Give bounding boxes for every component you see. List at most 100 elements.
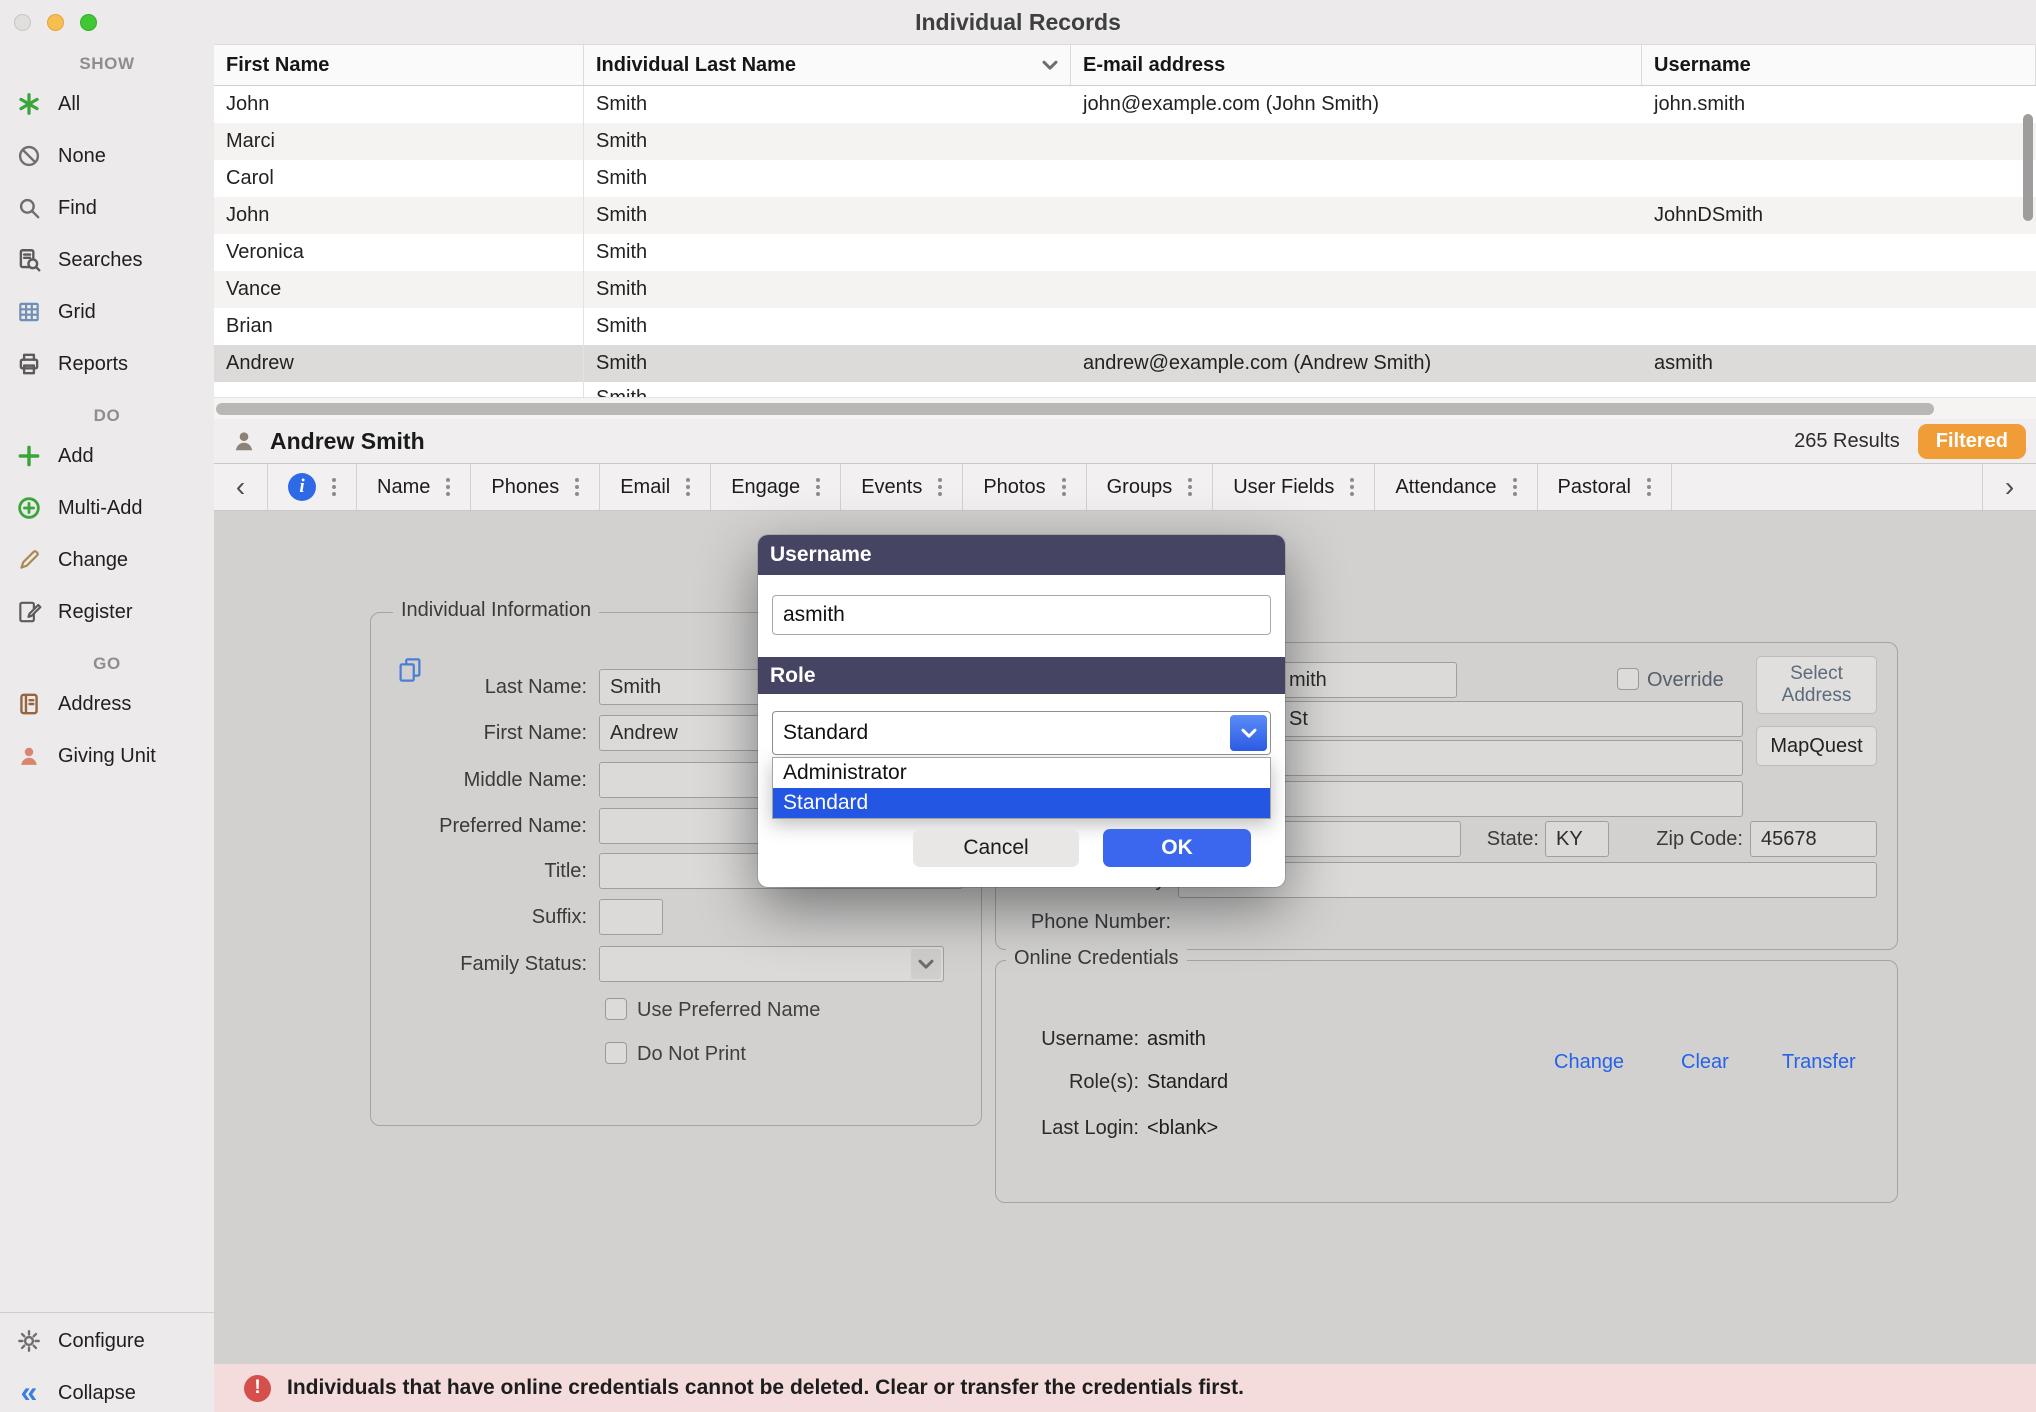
mapquest-button[interactable]: MapQuest: [1756, 726, 1877, 766]
horizontal-scrollbar[interactable]: [214, 397, 2036, 419]
state-field[interactable]: KY: [1545, 821, 1609, 857]
column-header-email[interactable]: E-mail address: [1071, 45, 1642, 85]
tab-menu-dots-icon[interactable]: [575, 485, 579, 489]
tab-engage[interactable]: Engage: [711, 464, 841, 510]
tab-menu-dots-icon[interactable]: [446, 485, 450, 489]
sidebar-item-grid[interactable]: Grid: [0, 286, 214, 338]
tabs-scroll-right-button[interactable]: ›: [1982, 464, 2036, 510]
sidebar-item-none[interactable]: None: [0, 130, 214, 182]
sidebar-item-giving-unit[interactable]: Giving Unit: [0, 730, 214, 782]
family-status-dropdown-field[interactable]: [599, 946, 944, 982]
tab-menu-dots-icon[interactable]: [1188, 485, 1192, 489]
tab-menu-dots-icon[interactable]: [1647, 485, 1651, 489]
do-not-print-checkbox[interactable]: [605, 1042, 627, 1064]
table-row-selected[interactable]: Andrew Smith andrew@example.com (Andrew …: [214, 345, 2036, 382]
select-address-button[interactable]: Select Address: [1756, 656, 1877, 714]
column-header-last-name[interactable]: Individual Last Name: [584, 45, 1071, 85]
tab-info[interactable]: i: [268, 464, 357, 510]
sidebar-item-label: Reports: [58, 353, 128, 376]
sidebar-item-configure[interactable]: Configure: [0, 1315, 214, 1367]
title-label: Title:: [371, 860, 587, 883]
cell-username: [1642, 160, 2036, 197]
sidebar-item-label: All: [58, 93, 80, 116]
table-row[interactable]: Carol Smith: [214, 160, 2036, 197]
cell-last-name: Smith: [584, 197, 1071, 234]
vertical-scrollbar-thumb[interactable]: [2023, 114, 2033, 221]
chevron-down-icon[interactable]: [1042, 54, 1058, 77]
tab-name[interactable]: Name: [357, 464, 471, 510]
sidebar-item-register[interactable]: Register: [0, 586, 214, 638]
table-row[interactable]: Brian Smith: [214, 308, 2036, 345]
tab-photos[interactable]: Photos: [963, 464, 1086, 510]
sidebar-section-show: SHOW: [0, 54, 214, 74]
clear-credentials-link[interactable]: Clear: [1681, 1051, 1729, 1074]
change-credentials-link[interactable]: Change: [1554, 1051, 1624, 1074]
magnifier-icon: [14, 193, 44, 223]
cell-email: [1071, 308, 1642, 345]
tab-pastoral[interactable]: Pastoral: [1538, 464, 1672, 510]
sidebar-item-address[interactable]: Address: [0, 678, 214, 730]
override-checkbox[interactable]: [1617, 668, 1639, 690]
table-row[interactable]: John Smith JohnDSmith: [214, 197, 2036, 234]
role-dropdown[interactable]: Standard: [772, 711, 1271, 755]
tab-attendance[interactable]: Attendance: [1375, 464, 1537, 510]
table-row[interactable]: Vance Smith: [214, 271, 2036, 308]
sidebar-item-reports[interactable]: Reports: [0, 338, 214, 390]
minimize-window-button[interactable]: [47, 14, 64, 31]
tab-menu-dots-icon[interactable]: [332, 485, 336, 489]
ok-button[interactable]: OK: [1103, 829, 1251, 867]
sidebar-item-add[interactable]: Add: [0, 430, 214, 482]
last-name-label: Last Name:: [371, 676, 587, 699]
tab-menu-dots-icon[interactable]: [816, 485, 820, 489]
sidebar-item-find[interactable]: Find: [0, 182, 214, 234]
role-option-standard[interactable]: Standard: [773, 788, 1270, 818]
tab-menu-dots-icon[interactable]: [686, 485, 690, 489]
tab-user-fields[interactable]: User Fields: [1213, 464, 1375, 510]
sidebar-item-change[interactable]: Change: [0, 534, 214, 586]
chevron-down-icon[interactable]: [911, 949, 941, 979]
tab-phones[interactable]: Phones: [471, 464, 600, 510]
cell-first-name: John: [214, 197, 584, 234]
transfer-credentials-link[interactable]: Transfer: [1782, 1051, 1856, 1074]
close-window-button[interactable]: [14, 14, 31, 31]
tab-menu-dots-icon[interactable]: [1350, 485, 1354, 489]
register-pencil-paper-icon: [14, 597, 44, 627]
cell-last-name: Smith: [584, 308, 1071, 345]
suffix-field[interactable]: [599, 899, 663, 935]
table-row[interactable]: John Smith john@example.com (John Smith)…: [214, 86, 2036, 123]
dialog-role-header: Role: [758, 657, 1285, 694]
dropdown-button[interactable]: [1230, 715, 1267, 751]
person-icon: [14, 741, 44, 771]
tab-menu-dots-icon[interactable]: [1062, 485, 1066, 489]
role-option-administrator[interactable]: Administrator: [773, 758, 1270, 788]
table-row[interactable]: Veronica Smith: [214, 234, 2036, 271]
tab-groups[interactable]: Groups: [1087, 464, 1214, 510]
column-header-first-name[interactable]: First Name: [214, 45, 584, 85]
tab-menu-dots-icon[interactable]: [1513, 485, 1517, 489]
sidebar-item-searches[interactable]: Searches: [0, 234, 214, 286]
cancel-button[interactable]: Cancel: [913, 829, 1079, 867]
tab-menu-dots-icon[interactable]: [938, 485, 942, 489]
sidebar-item-all[interactable]: All: [0, 78, 214, 130]
zip-code-field[interactable]: 45678: [1750, 821, 1877, 857]
zoom-window-button[interactable]: [80, 14, 97, 31]
credentials-username-value: asmith: [1147, 1028, 1206, 1051]
tab-events[interactable]: Events: [841, 464, 963, 510]
tabs-scroll-left-button[interactable]: ‹: [214, 464, 268, 510]
tab-email[interactable]: Email: [600, 464, 711, 510]
horizontal-scrollbar-thumb[interactable]: [216, 403, 1934, 415]
table-row[interactable]: Marci Smith: [214, 123, 2036, 160]
record-header-bar: Andrew Smith 265 Results Filtered: [214, 419, 2036, 463]
sidebar-item-multi-add[interactable]: Multi-Add: [0, 482, 214, 534]
use-preferred-name-checkbox[interactable]: [605, 998, 627, 1020]
cell-last-name: Smith: [584, 160, 1071, 197]
username-input[interactable]: [772, 595, 1271, 635]
cell-first-name: Vance: [214, 271, 584, 308]
sidebar-item-collapse[interactable]: « Collapse: [0, 1367, 214, 1412]
sidebar-section-go: GO: [0, 654, 214, 674]
column-header-username[interactable]: Username: [1642, 45, 2036, 85]
filtered-badge[interactable]: Filtered: [1918, 424, 2026, 459]
table-row-partial[interactable]: Smith: [214, 382, 2036, 397]
credentials-roles-label: Role(s):: [996, 1071, 1139, 1094]
cell-username: [1642, 271, 2036, 308]
